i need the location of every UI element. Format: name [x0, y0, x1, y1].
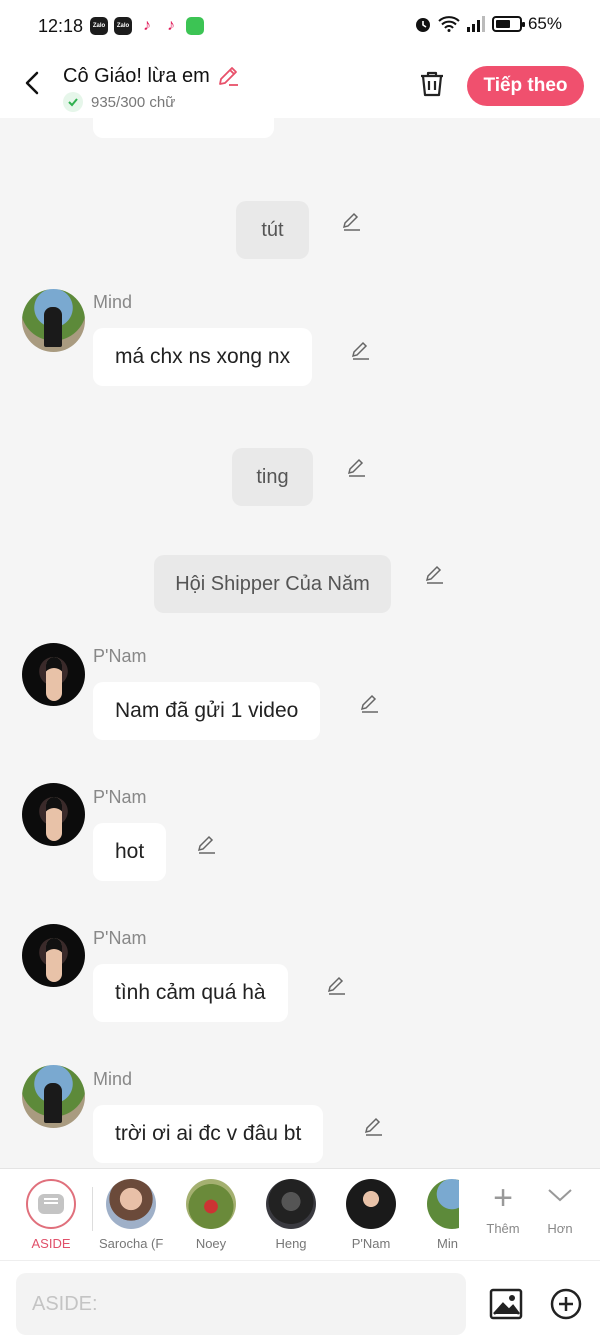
edit-title-icon[interactable] — [216, 64, 240, 88]
narration-bubble[interactable]: ting — [232, 448, 313, 506]
more-button[interactable]: Hơn — [535, 1181, 585, 1236]
avatar — [346, 1179, 396, 1229]
zalo-icon: Zalo — [90, 17, 108, 35]
message-bubble[interactable]: Nam đã gửi 1 video — [93, 682, 321, 740]
word-count: 935/300 chữ — [63, 92, 175, 112]
avatar — [266, 1179, 316, 1229]
narration-bubble[interactable]: tút — [236, 201, 309, 259]
edit-icon[interactable] — [341, 210, 363, 232]
avatar — [106, 1179, 156, 1229]
check-icon — [63, 92, 83, 112]
avatar-mind[interactable] — [22, 289, 85, 352]
narration-bubble[interactable]: Hội Shipper Của Năm — [154, 555, 391, 613]
avatar — [427, 1179, 459, 1229]
word-count-text: 935/300 chữ — [91, 93, 176, 111]
story-title[interactable]: Cô Giáo! lừa em — [63, 64, 240, 88]
app-header: Cô Giáo! lừa em 935/300 chữ Tiếp theo — [0, 52, 600, 118]
character-item[interactable]: Sarocha (F... — [99, 1179, 163, 1251]
character-item[interactable]: P'Nam — [339, 1179, 403, 1251]
character-label: Heng — [275, 1236, 307, 1251]
story-title-text: Cô Giáo! lừa em — [63, 64, 210, 87]
edit-icon[interactable] — [346, 456, 368, 478]
message-bubble-cut[interactable] — [93, 118, 274, 138]
plus-icon: + — [493, 1179, 513, 1217]
character-aside[interactable]: ASIDE — [19, 1179, 83, 1251]
tiktok-icon: ♪ — [162, 17, 180, 35]
wifi-icon — [438, 16, 460, 32]
character-strip: ASIDE Sarocha (F... Noey Heng P'Nam Min … — [0, 1168, 600, 1260]
back-arrow-icon[interactable] — [18, 68, 48, 98]
zalo-icon: Zalo — [114, 17, 132, 35]
messages-icon — [186, 17, 204, 35]
notification-icons: Zalo Zalo ♪ ♪ — [90, 17, 204, 35]
sender-name: Mind — [93, 1069, 133, 1089]
next-button[interactable]: Tiếp theo — [467, 66, 584, 106]
character-label: Noey — [195, 1236, 227, 1251]
alarm-icon — [415, 18, 430, 32]
character-item[interactable]: Heng — [259, 1179, 323, 1251]
sender-name: P'Nam — [93, 787, 147, 807]
sender-name: P'Nam — [93, 646, 147, 666]
character-item[interactable]: Min — [419, 1179, 459, 1251]
edit-icon[interactable] — [363, 1115, 385, 1137]
edit-icon[interactable] — [359, 692, 381, 714]
status-bar: 12:18 Zalo Zalo ♪ ♪ 65% — [0, 0, 600, 52]
avatar-pnam[interactable] — [22, 783, 85, 846]
aside-icon — [26, 1179, 76, 1229]
character-label: ASIDE — [31, 1236, 71, 1251]
more-label: Hơn — [547, 1221, 573, 1236]
edit-icon[interactable] — [350, 339, 372, 361]
signal-icon — [466, 16, 485, 32]
avatar-mind[interactable] — [22, 1065, 85, 1128]
tiktok-icon: ♪ — [138, 17, 156, 35]
input-bar — [0, 1260, 600, 1343]
image-icon[interactable] — [489, 1287, 523, 1321]
avatar-pnam[interactable] — [22, 643, 85, 706]
avatar — [186, 1179, 236, 1229]
character-label: Min — [437, 1236, 458, 1251]
add-label: Thêm — [486, 1221, 520, 1236]
battery-icon — [491, 16, 525, 32]
character-label: Sarocha (F... — [99, 1236, 163, 1251]
message-input[interactable] — [16, 1273, 466, 1335]
message-bubble[interactable]: trời ơi ai đc v đâu bt — [93, 1105, 324, 1163]
sender-name: P'Nam — [93, 928, 147, 948]
status-time: 12:18 — [38, 16, 84, 36]
add-circle-icon[interactable] — [549, 1287, 583, 1321]
battery-percent: 65% — [527, 14, 562, 33]
message-bubble[interactable]: tình cảm quá hà — [93, 964, 288, 1022]
character-item[interactable]: Noey — [179, 1179, 243, 1251]
avatar-pnam[interactable] — [22, 924, 85, 987]
edit-icon[interactable] — [424, 563, 446, 585]
strip-divider — [92, 1187, 93, 1231]
chat-area[interactable]: tút Mind má chx ns xong nx ting Hội Ship… — [0, 118, 600, 1168]
message-bubble[interactable]: má chx ns xong nx — [93, 328, 313, 386]
edit-icon[interactable] — [326, 974, 348, 996]
chevron-down-icon — [535, 1181, 585, 1221]
add-character-button[interactable]: + Thêm — [478, 1181, 528, 1236]
trash-icon[interactable] — [417, 69, 447, 99]
edit-icon[interactable] — [196, 833, 218, 855]
sender-name: Mind — [93, 292, 133, 312]
status-right: 65% — [414, 14, 562, 34]
message-bubble[interactable]: hot — [93, 823, 167, 881]
character-label: P'Nam — [351, 1236, 391, 1251]
